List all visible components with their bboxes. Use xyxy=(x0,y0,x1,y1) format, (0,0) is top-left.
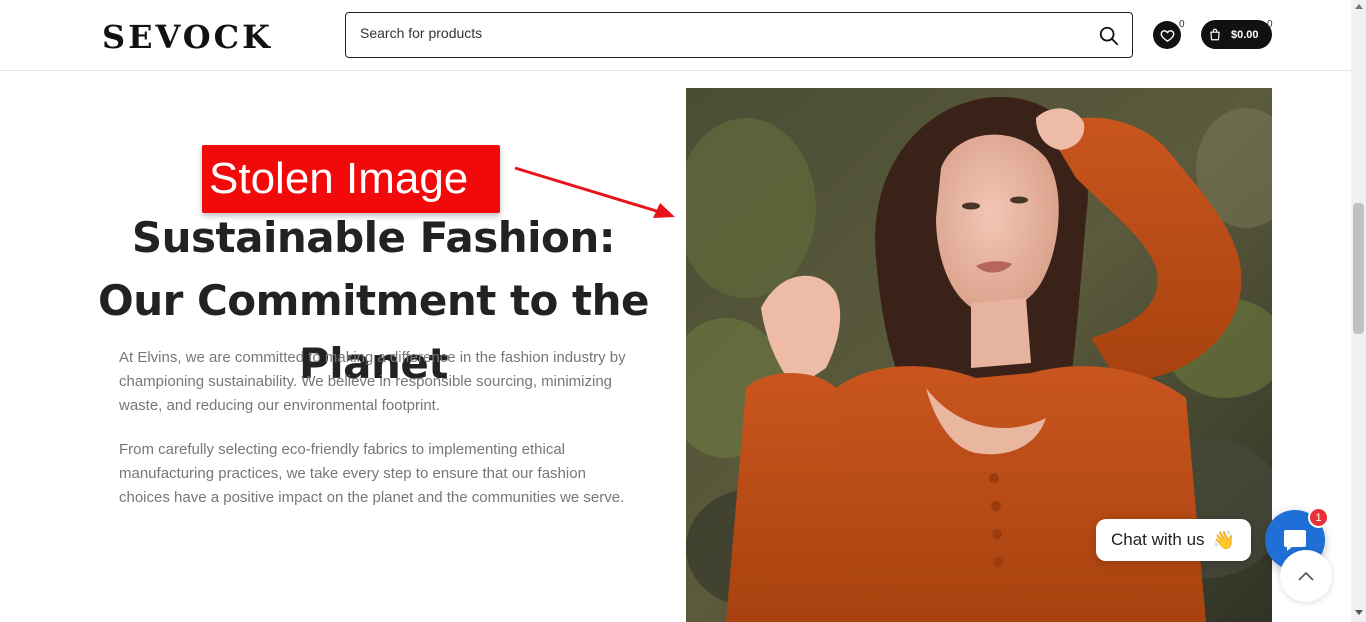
chevron-up-icon xyxy=(1298,571,1314,581)
scrollbar-thumb[interactable] xyxy=(1353,203,1364,334)
chat-unread-badge: 1 xyxy=(1308,507,1329,528)
cart-button[interactable]: $0.00 xyxy=(1201,20,1272,49)
cart-count: 0 xyxy=(1267,19,1273,30)
wishlist-count: 0 xyxy=(1179,19,1185,30)
heart-icon xyxy=(1160,29,1174,42)
scroll-to-top-button[interactable] xyxy=(1280,550,1332,602)
site-header: SEVOCK 0 $0.00 0 xyxy=(0,0,1351,71)
scroll-up-arrow[interactable] xyxy=(1355,4,1363,9)
cart-total: $0.00 xyxy=(1231,28,1259,41)
annotation-arrow-icon xyxy=(514,166,675,218)
chat-prompt-label: Chat with us xyxy=(1111,530,1205,549)
chat-prompt-bubble[interactable]: Chat with us 👋 xyxy=(1096,519,1251,561)
search-input[interactable] xyxy=(360,25,1060,41)
shopping-bag-icon xyxy=(1210,28,1220,41)
chat-icon xyxy=(1284,530,1306,551)
search-bar[interactable] xyxy=(345,12,1133,58)
site-logo[interactable]: SEVOCK xyxy=(102,18,273,56)
waving-hand-icon: 👋 xyxy=(1212,529,1235,550)
scroll-down-arrow[interactable] xyxy=(1355,610,1363,615)
wishlist-button[interactable] xyxy=(1153,21,1181,49)
stolen-image-annotation: Stolen Image xyxy=(202,145,500,213)
page-scrollbar[interactable] xyxy=(1351,0,1366,622)
practices-paragraph: From carefully selecting eco-friendly fa… xyxy=(119,441,625,506)
search-icon[interactable] xyxy=(1098,25,1120,47)
intro-paragraph: At Elvins, we are committed to making a … xyxy=(119,349,626,414)
